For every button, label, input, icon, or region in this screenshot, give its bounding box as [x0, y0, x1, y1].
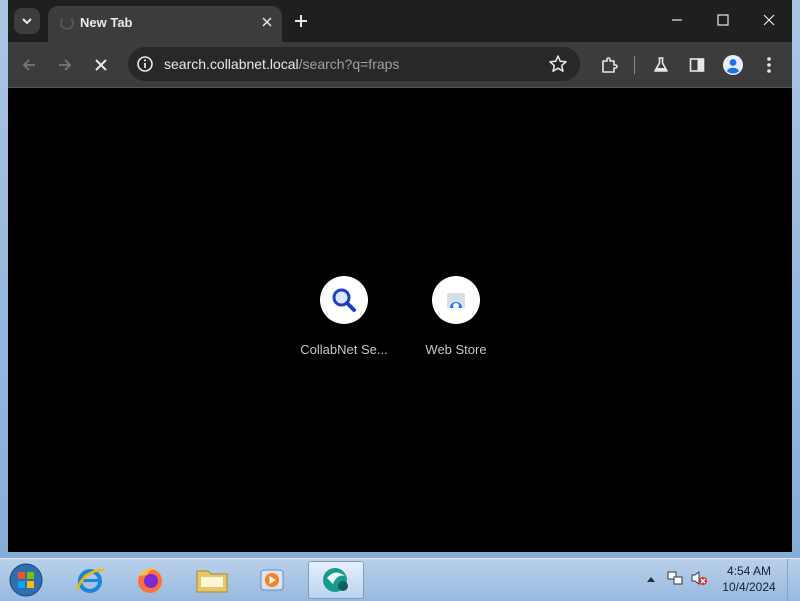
- loading-spinner-icon: [60, 16, 74, 30]
- browser-toolbar: search.collabnet.local/search?q=fraps: [8, 42, 792, 88]
- close-icon: [95, 59, 107, 71]
- address-host: search.collabnet.local: [164, 56, 299, 72]
- info-icon[interactable]: [136, 55, 154, 73]
- folder-icon: [196, 570, 228, 593]
- page-content: CollabNet Se... Web Store: [8, 88, 792, 552]
- menu-button[interactable]: [756, 52, 782, 78]
- address-text[interactable]: search.collabnet.local/search?q=fraps: [164, 56, 399, 72]
- minimize-button[interactable]: [654, 0, 700, 40]
- taskbar-active-app[interactable]: [308, 561, 364, 599]
- start-button[interactable]: [6, 561, 46, 599]
- browser-window: New Tab search.collabnet.local/search?q=…: [0, 0, 800, 562]
- forward-button[interactable]: [52, 52, 78, 78]
- clock-time: 4:54 AM: [726, 564, 772, 578]
- media-player-icon: [260, 569, 284, 591]
- close-icon: [763, 14, 775, 26]
- internet-explorer-icon: [75, 568, 105, 593]
- maximize-icon: [717, 14, 729, 26]
- side-panel-icon: [689, 58, 705, 72]
- taskbar-media-player[interactable]: [244, 561, 300, 599]
- taskbar: 4:54 AM 10/4/2024: [0, 558, 800, 601]
- tab-title: New Tab: [80, 15, 133, 30]
- network-icon[interactable]: [666, 569, 684, 587]
- bookmark-star-icon[interactable]: [548, 54, 568, 74]
- labs-button[interactable]: [648, 52, 674, 78]
- tab-strip: New Tab: [8, 0, 792, 42]
- shortcut-web-store[interactable]: Web Store: [401, 276, 511, 357]
- maximize-button[interactable]: [700, 0, 746, 40]
- taskbar-internet-explorer[interactable]: [62, 561, 118, 599]
- shortcut-label: Web Store: [425, 342, 487, 357]
- address-path: /search?q=fraps: [298, 56, 400, 72]
- address-bar[interactable]: search.collabnet.local/search?q=fraps: [128, 47, 580, 81]
- arrow-right-icon: [59, 59, 72, 71]
- tab-new-tab[interactable]: New Tab: [48, 6, 282, 42]
- chevron-down-icon: [22, 18, 32, 25]
- plus-icon: [295, 15, 307, 27]
- new-tab-button[interactable]: [290, 10, 312, 32]
- show-desktop-button[interactable]: [787, 559, 800, 601]
- side-panel-button[interactable]: [684, 52, 710, 78]
- stop-loading-button[interactable]: [88, 52, 114, 78]
- shortcut-label: CollabNet Se...: [300, 342, 388, 357]
- clock-date: 10/4/2024: [722, 580, 776, 594]
- toolbar-separator: [634, 56, 635, 74]
- windows-logo-icon: [9, 563, 43, 597]
- close-icon: [262, 17, 272, 27]
- web-store-icon: [447, 293, 465, 309]
- system-clock[interactable]: 4:54 AM 10/4/2024: [712, 563, 786, 595]
- avatar-icon: [723, 55, 743, 75]
- taskbar-file-explorer[interactable]: [184, 561, 240, 599]
- app-icon: [323, 568, 348, 592]
- profile-button[interactable]: [720, 52, 746, 78]
- close-window-button[interactable]: [746, 0, 792, 40]
- shortcut-tile: [432, 276, 480, 324]
- shortcut-tile: [320, 276, 368, 324]
- show-hidden-icons-icon[interactable]: [646, 575, 656, 583]
- window-border-left: [0, 0, 8, 558]
- search-magnifier-icon: [332, 288, 356, 312]
- shortcut-collabnet-search[interactable]: CollabNet Se...: [289, 276, 399, 357]
- window-border-right: [792, 0, 800, 558]
- volume-muted-icon[interactable]: [690, 569, 708, 587]
- arrow-left-icon: [22, 59, 35, 71]
- more-vertical-icon: [767, 57, 771, 73]
- back-button[interactable]: [16, 52, 42, 78]
- flask-icon: [654, 57, 668, 72]
- tab-close-button[interactable]: [258, 13, 276, 31]
- firefox-icon: [138, 568, 162, 593]
- taskbar-firefox[interactable]: [122, 561, 178, 599]
- puzzle-piece-icon: [602, 57, 618, 73]
- tab-search-button[interactable]: [14, 8, 40, 34]
- extensions-button[interactable]: [596, 52, 622, 78]
- minimize-icon: [672, 19, 682, 21]
